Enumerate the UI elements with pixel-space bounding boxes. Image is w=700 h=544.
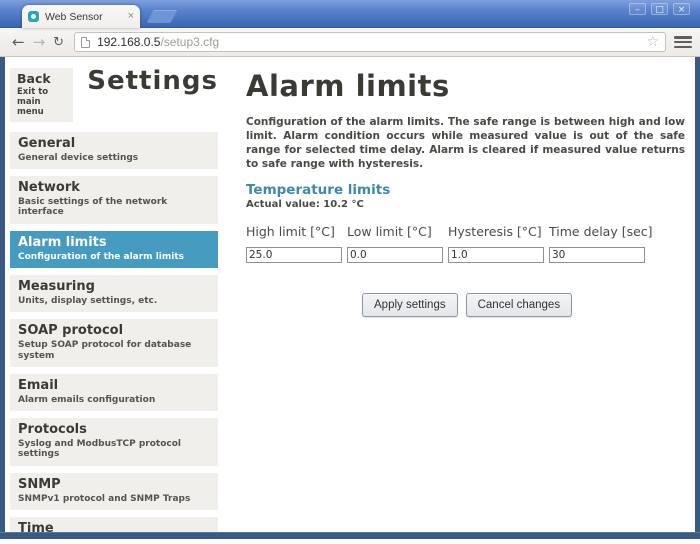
temperature-limits-title: Temperature limits bbox=[246, 182, 685, 198]
sidebar-item-measuring[interactable]: Measuring Units, display settings, etc. bbox=[10, 275, 218, 312]
page-title: Settings bbox=[87, 68, 218, 95]
url-host: 192.168.0.5 bbox=[97, 35, 160, 49]
low-limit-input[interactable] bbox=[347, 247, 443, 263]
browser-menu-icon[interactable] bbox=[674, 36, 692, 48]
reload-icon[interactable]: ↻ bbox=[49, 35, 68, 50]
minimize-button[interactable]: – bbox=[629, 3, 646, 15]
time-delay-input[interactable] bbox=[549, 247, 645, 263]
tab-title: Web Sensor bbox=[45, 11, 128, 23]
actual-value-text: Actual value: 10.2 °C bbox=[246, 199, 685, 210]
titlebar: Web Sensor × – □ × bbox=[0, 0, 700, 28]
browser-toolbar: ← → ↻ 192.168.0.5/setup3.cfg ☆ bbox=[0, 28, 700, 57]
low-limit-label: Low limit [°C] bbox=[347, 224, 448, 239]
limits-form: High limit [°C] Low limit [°C] Hysteresi… bbox=[246, 224, 685, 263]
high-limit-field-group: High limit [°C] bbox=[246, 224, 347, 263]
url-text: 192.168.0.5/setup3.cfg bbox=[97, 35, 646, 49]
page-footer-bar bbox=[0, 532, 700, 539]
window-controls: – □ × bbox=[629, 3, 690, 15]
page-document-icon[interactable] bbox=[81, 37, 90, 48]
sidebar-item-email[interactable]: Email Alarm emails configuration bbox=[10, 374, 218, 411]
url-path: /setup3.cfg bbox=[160, 35, 219, 49]
description-text: Configuration of the alarm limits. The s… bbox=[246, 116, 685, 171]
time-delay-label: Time delay [sec] bbox=[549, 224, 650, 239]
section-heading: Alarm limits bbox=[246, 69, 685, 103]
browser-window: Web Sensor × – □ × ← → ↻ 192.168.0.5/set… bbox=[0, 0, 700, 544]
high-limit-label: High limit [°C] bbox=[246, 224, 347, 239]
back-to-main-menu-button[interactable]: Back Exit to main menu bbox=[10, 68, 73, 122]
sidebar-item-time[interactable]: Time Synchronization with NTP server bbox=[10, 517, 218, 532]
forward-nav-icon: → bbox=[29, 35, 50, 50]
hysteresis-field-group: Hysteresis [°C] bbox=[448, 224, 549, 263]
sidebar-item-network[interactable]: Network Basic settings of the network in… bbox=[10, 176, 218, 224]
sidebar-item-snmp[interactable]: SNMP SNMPv1 protocol and SNMP Traps bbox=[10, 473, 218, 510]
back-nav-icon[interactable]: ← bbox=[8, 35, 29, 50]
window-bottom-strip bbox=[0, 539, 700, 544]
sidebar-header: Back Exit to main menu Settings bbox=[10, 68, 218, 122]
back-sublabel: Exit to main menu bbox=[17, 87, 66, 117]
back-label: Back bbox=[17, 72, 66, 86]
page-content: Back Exit to main menu Settings General … bbox=[0, 57, 700, 532]
web-sensor-favicon-icon bbox=[28, 11, 39, 22]
apply-settings-button[interactable]: Apply settings bbox=[362, 293, 458, 317]
low-limit-field-group: Low limit [°C] bbox=[347, 224, 448, 263]
address-bar[interactable]: 192.168.0.5/setup3.cfg ☆ bbox=[74, 32, 666, 52]
browser-tab[interactable]: Web Sensor × bbox=[22, 5, 140, 28]
form-buttons: Apply settings Cancel changes bbox=[362, 293, 685, 317]
high-limit-input[interactable] bbox=[246, 247, 342, 263]
time-delay-field-group: Time delay [sec] bbox=[549, 224, 650, 263]
close-button[interactable]: × bbox=[673, 3, 690, 15]
hysteresis-label: Hysteresis [°C] bbox=[448, 224, 549, 239]
sidebar: Back Exit to main menu Settings General … bbox=[10, 68, 218, 532]
main-panel: Alarm limits Configuration of the alarm … bbox=[218, 68, 691, 532]
sidebar-item-soap-protocol[interactable]: SOAP protocol Setup SOAP protocol for da… bbox=[10, 319, 218, 367]
settings-menu: General General device settings Network … bbox=[10, 132, 218, 532]
hysteresis-input[interactable] bbox=[448, 247, 544, 263]
tab-close-icon[interactable]: × bbox=[128, 11, 134, 22]
cancel-changes-button[interactable]: Cancel changes bbox=[466, 293, 572, 317]
new-tab-button[interactable] bbox=[147, 10, 178, 23]
maximize-button[interactable]: □ bbox=[651, 3, 668, 15]
sidebar-item-protocols[interactable]: Protocols Syslog and ModbusTCP protocol … bbox=[10, 418, 218, 466]
bookmark-star-icon[interactable]: ☆ bbox=[646, 35, 659, 49]
sidebar-item-general[interactable]: General General device settings bbox=[10, 132, 218, 169]
sidebar-item-alarm-limits[interactable]: Alarm limits Configuration of the alarm … bbox=[10, 231, 218, 268]
